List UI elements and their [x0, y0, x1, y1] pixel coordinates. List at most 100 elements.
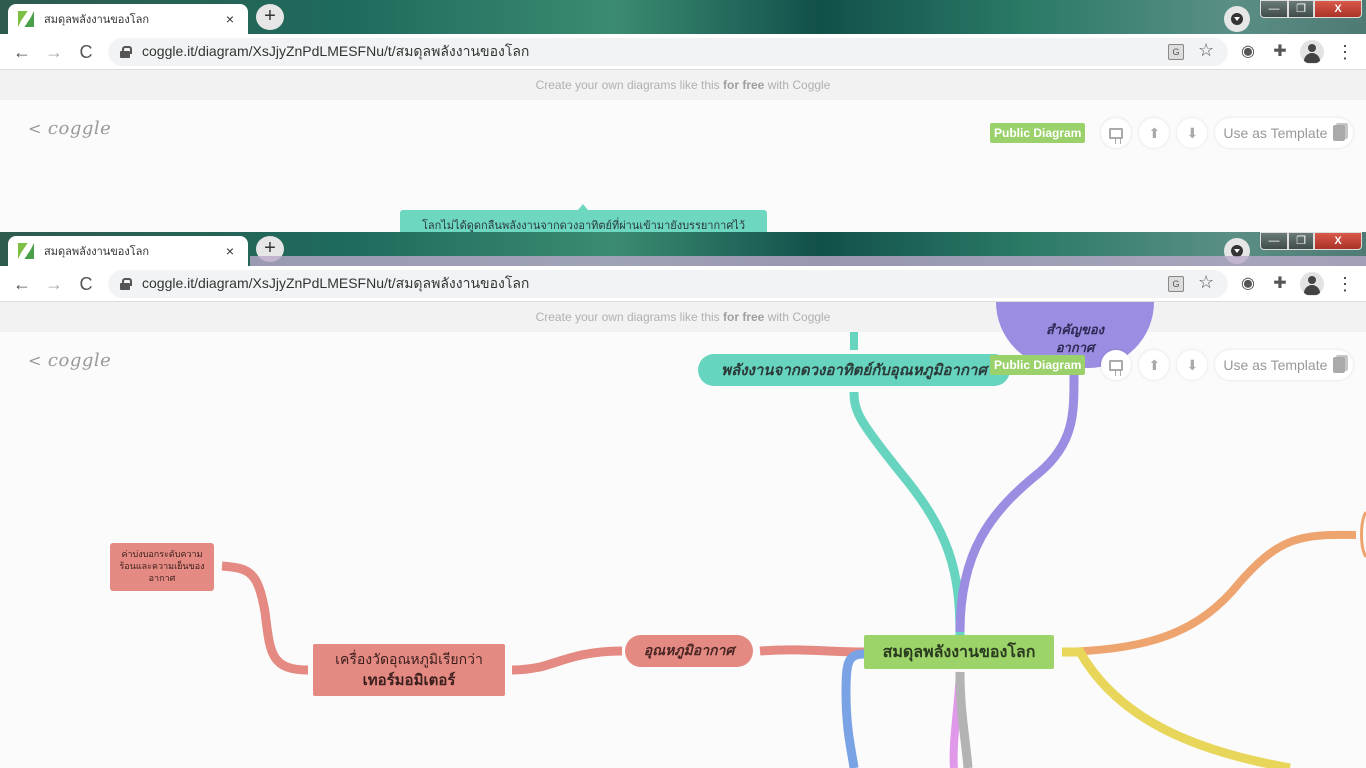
banner-text: Create your own diagrams like this: [535, 78, 724, 92]
new-tab-button[interactable]: +: [256, 236, 284, 262]
present-button[interactable]: [1101, 350, 1132, 380]
branch-yellow: [1062, 647, 1291, 768]
use-template-label: Use as Template: [1223, 125, 1328, 141]
chevron-left-icon: <: [28, 351, 42, 370]
browser-tab[interactable]: สมดุลพลังงานของโลก ×: [8, 236, 248, 266]
banner-bold-text: for free: [723, 78, 765, 92]
tab-search-button[interactable]: [1224, 6, 1250, 32]
banner-bold-text: for free: [723, 310, 765, 324]
download-button[interactable]: ⬇: [1177, 118, 1208, 148]
tab-title: สมดุลพลังงานของโลก: [44, 246, 150, 258]
diagram-canvas[interactable]: < coggle สำคัญของ อากาศ พลังงานจากดวงอาทิ…: [0, 302, 1366, 768]
translate-icon[interactable]: G: [1168, 44, 1184, 60]
lock-icon: [120, 278, 132, 290]
title-bar: สมดุลพลังงานของโลก × + — ❐ X: [0, 0, 1366, 34]
promo-banner[interactable]: Create your own diagrams like this for f…: [0, 302, 1366, 332]
logo-text: coggle: [47, 118, 112, 139]
banner-suffix: with Coggle: [764, 78, 831, 92]
branch-red-desc: [221, 561, 309, 675]
thermometer-line-2: เทอร์มอมิเตอร์: [362, 671, 456, 689]
public-diagram-badge: Public Diagram: [990, 123, 1086, 143]
diagram-canvas[interactable]: < coggle Public Diagram ⬆ ⬇ Use as Templa…: [0, 100, 1366, 232]
browser-window-bottom: สมดุลพลังงานของโลก × + — ❐ X ← → C coggl…: [0, 232, 1366, 768]
title-bar: สมดุลพลังงานของโลก × + — ❐ X: [0, 232, 1366, 266]
minimize-button[interactable]: —: [1260, 0, 1288, 18]
browser-menu-icon[interactable]: ⋮: [1336, 40, 1354, 64]
profile-avatar[interactable]: [1300, 40, 1324, 64]
public-diagram-badge: Public Diagram: [990, 355, 1086, 375]
diagram-node-earth-absorption[interactable]: โลกไม่ได้ดูดกลืนพลังงานจากดวงอาทิตย์ที่ผ…: [400, 204, 767, 232]
diagram-actions: Public Diagram ⬆ ⬇ Use as Template: [990, 350, 1354, 380]
download-button[interactable]: ⬇: [1177, 350, 1208, 380]
logo-text: coggle: [47, 350, 112, 371]
diagram-node-temperature[interactable]: อุณหภูมิอากาศ: [625, 635, 753, 667]
diagram-node-solar-energy[interactable]: พลังงานจากดวงอาทิตย์กับอุณหภูมิอากาศ: [698, 354, 1010, 386]
back-button[interactable]: ←: [10, 40, 34, 64]
browser-toolbar: ← → C coggle.it/diagram/XsJjyZnPdLMESFNu…: [0, 34, 1366, 70]
extension-icon[interactable]: ◉: [1238, 42, 1258, 62]
address-bar[interactable]: coggle.it/diagram/XsJjyZnPdLMESFNu/t/สมด…: [108, 270, 1228, 298]
branch-gray: [955, 671, 973, 768]
present-button[interactable]: [1101, 118, 1132, 148]
use-as-template-button[interactable]: Use as Template: [1215, 118, 1354, 148]
close-window-button[interactable]: X: [1314, 0, 1362, 18]
banner-text: Create your own diagrams like this: [535, 310, 724, 324]
forward-button[interactable]: →: [42, 272, 66, 296]
share-button[interactable]: ⬆: [1139, 350, 1170, 380]
bookmark-star-icon[interactable]: ☆: [1198, 272, 1214, 293]
forward-button[interactable]: →: [42, 40, 66, 64]
maximize-button[interactable]: ❐: [1288, 0, 1314, 18]
extension-icon[interactable]: ◉: [1238, 274, 1258, 294]
lock-icon: [120, 46, 132, 58]
upload-icon: ⬆: [1148, 124, 1161, 141]
banner-suffix: with Coggle: [764, 310, 831, 324]
coggle-favicon-icon: [18, 243, 34, 259]
address-bar[interactable]: coggle.it/diagram/XsJjyZnPdLMESFNu/t/สมด…: [108, 38, 1228, 66]
branch-blue: [841, 649, 865, 768]
branch-red-root: [759, 645, 865, 657]
download-icon: ⬇: [1186, 124, 1199, 141]
reload-button[interactable]: C: [74, 272, 98, 296]
upload-icon: ⬆: [1148, 356, 1161, 373]
purple-node-line-1: สำคัญของ: [1045, 323, 1105, 338]
extensions-puzzle-icon[interactable]: ✚: [1270, 274, 1290, 294]
profile-avatar[interactable]: [1300, 272, 1324, 296]
new-tab-button[interactable]: +: [256, 4, 284, 30]
use-as-template-button[interactable]: Use as Template: [1215, 350, 1354, 380]
reload-button[interactable]: C: [74, 40, 98, 64]
diagram-root-node[interactable]: สมดุลพลังงานของโลก: [864, 635, 1054, 669]
browser-tab[interactable]: สมดุลพลังงานของโลก ×: [8, 4, 248, 34]
promo-banner[interactable]: Create your own diagrams like this for f…: [0, 70, 1366, 100]
branch-teal: [849, 391, 965, 636]
use-template-label: Use as Template: [1223, 357, 1328, 373]
chevron-left-icon: <: [28, 119, 42, 138]
url-text: coggle.it/diagram/XsJjyZnPdLMESFNu/t/สมด…: [142, 275, 530, 291]
translate-icon[interactable]: G: [1168, 276, 1184, 292]
extensions-puzzle-icon[interactable]: ✚: [1270, 42, 1290, 62]
browser-toolbar: ← → C coggle.it/diagram/XsJjyZnPdLMESFNu…: [0, 266, 1366, 302]
branch-red-thermo: [511, 646, 623, 675]
coggle-logo[interactable]: < coggle: [28, 118, 111, 139]
tab-close-icon[interactable]: ×: [222, 243, 238, 259]
diagram-node-thermometer[interactable]: เครื่องวัดอุณหภูมิเรียกว่า เทอร์มอมิเตอร…: [313, 644, 505, 696]
browser-window-top: สมดุลพลังงานของโลก × + — ❐ X ← → C coggl…: [0, 0, 1366, 232]
diagram-node-description[interactable]: ค่าบ่งบอกระดับความร้อนและความเย็นของอากา…: [110, 543, 214, 591]
coggle-logo[interactable]: < coggle: [28, 350, 111, 371]
browser-menu-icon[interactable]: ⋮: [1336, 272, 1354, 296]
tab-close-icon[interactable]: ×: [222, 11, 238, 27]
orange-node-edge: [1360, 511, 1366, 558]
maximize-button[interactable]: ❐: [1288, 232, 1314, 250]
tab-title: สมดุลพลังงานของโลก: [44, 14, 150, 26]
thermometer-line-1: เครื่องวัดอุณหภูมิเรียกว่า: [335, 652, 483, 668]
tab-search-button[interactable]: [1224, 238, 1250, 264]
minimize-button[interactable]: —: [1260, 232, 1288, 250]
branch-purple: [955, 373, 1079, 633]
close-window-button[interactable]: X: [1314, 232, 1362, 250]
bookmark-star-icon[interactable]: ☆: [1198, 40, 1214, 61]
back-button[interactable]: ←: [10, 272, 34, 296]
branch-orange: [1061, 530, 1357, 656]
diagram-actions: Public Diagram ⬆ ⬇ Use as Template: [990, 118, 1354, 148]
share-button[interactable]: ⬆: [1139, 118, 1170, 148]
coggle-favicon-icon: [18, 11, 34, 27]
presentation-icon: [1109, 359, 1124, 376]
